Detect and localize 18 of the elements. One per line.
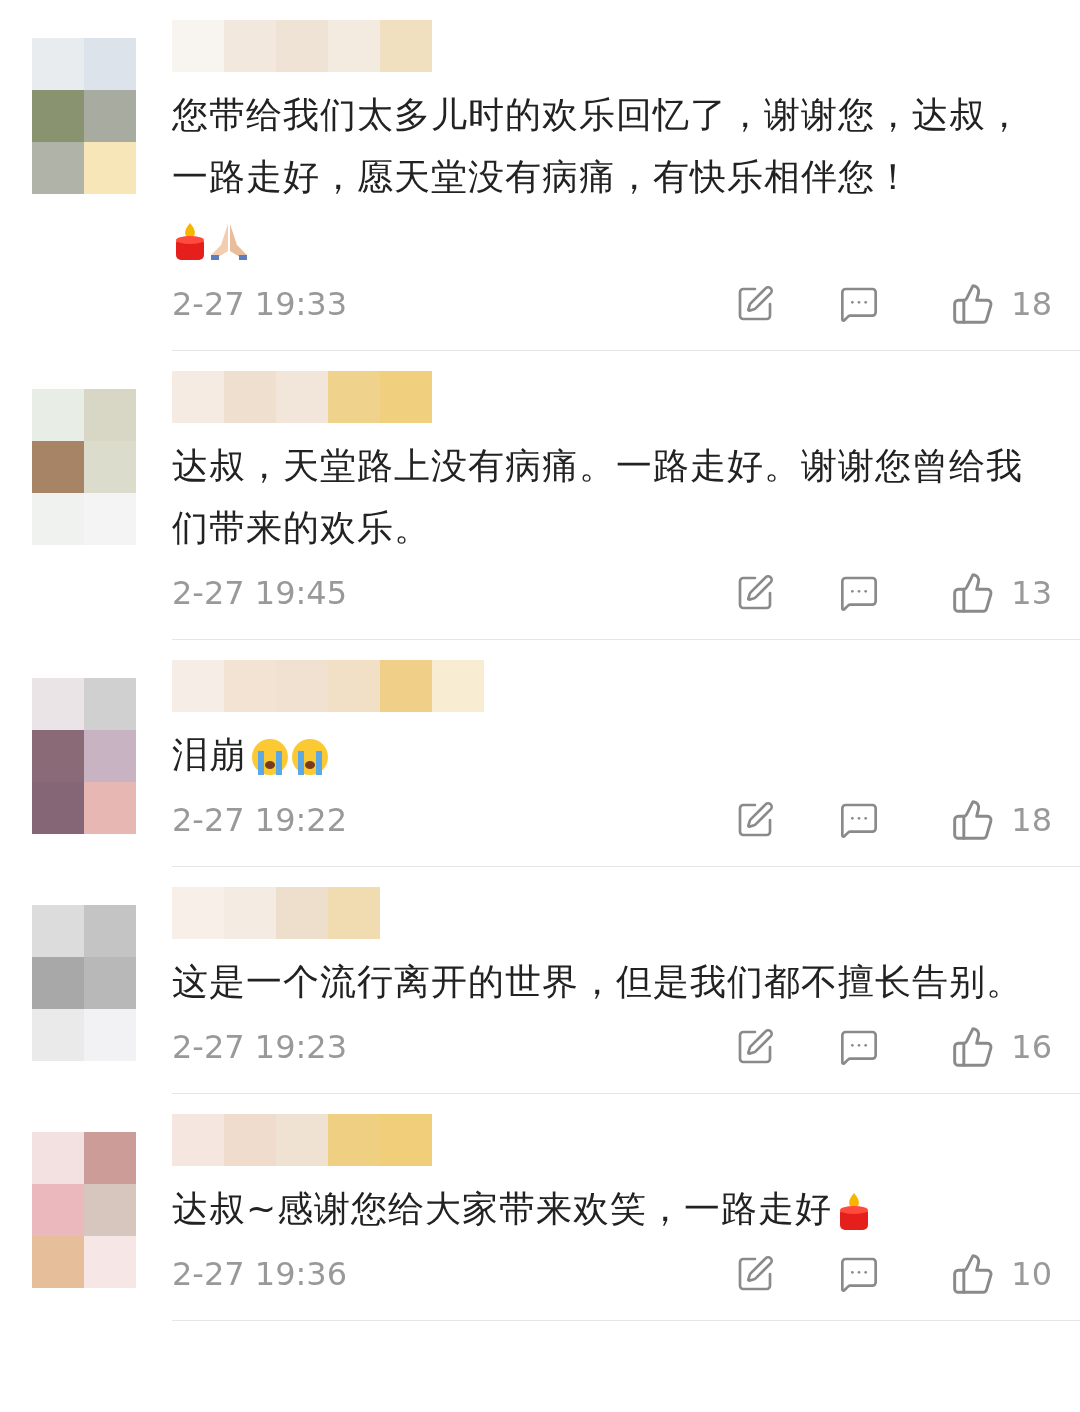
like-button[interactable]: 18 (951, 280, 1052, 328)
comment-text: 您带给我们太多儿时的欢乐回忆了，谢谢您，达叔，一路走好，愿天堂没有病痛，有快乐相伴您！ (172, 93, 1024, 199)
like-button[interactable]: 16 (951, 1023, 1052, 1071)
comment-time: 2-27 19:45 (172, 573, 348, 614)
comment-text: 泪崩 (172, 733, 246, 777)
comment-time: 2-27 19:22 (172, 800, 348, 841)
like-button[interactable]: 10 (951, 1250, 1052, 1298)
crying-face-icon (290, 737, 330, 777)
crying-face-icon (250, 737, 290, 777)
comment-time: 2-27 19:33 (172, 284, 348, 325)
comment-text: 达叔~感谢您给大家带来欢笑，一路走好 (172, 1187, 833, 1231)
comment-time: 2-27 19:36 (172, 1254, 348, 1295)
comment-time: 2-27 19:23 (172, 1027, 348, 1068)
comment-text: 达叔，天堂路上没有病痛。一路走好。谢谢您曾给我们带来的欢乐。 (172, 444, 1024, 550)
candle-icon (173, 221, 207, 261)
like-button[interactable]: 13 (951, 569, 1052, 617)
like-button[interactable]: 18 (951, 796, 1052, 844)
comment-text: 这是一个流行离开的世界，但是我们都不擅长告别。 (172, 960, 1023, 1004)
